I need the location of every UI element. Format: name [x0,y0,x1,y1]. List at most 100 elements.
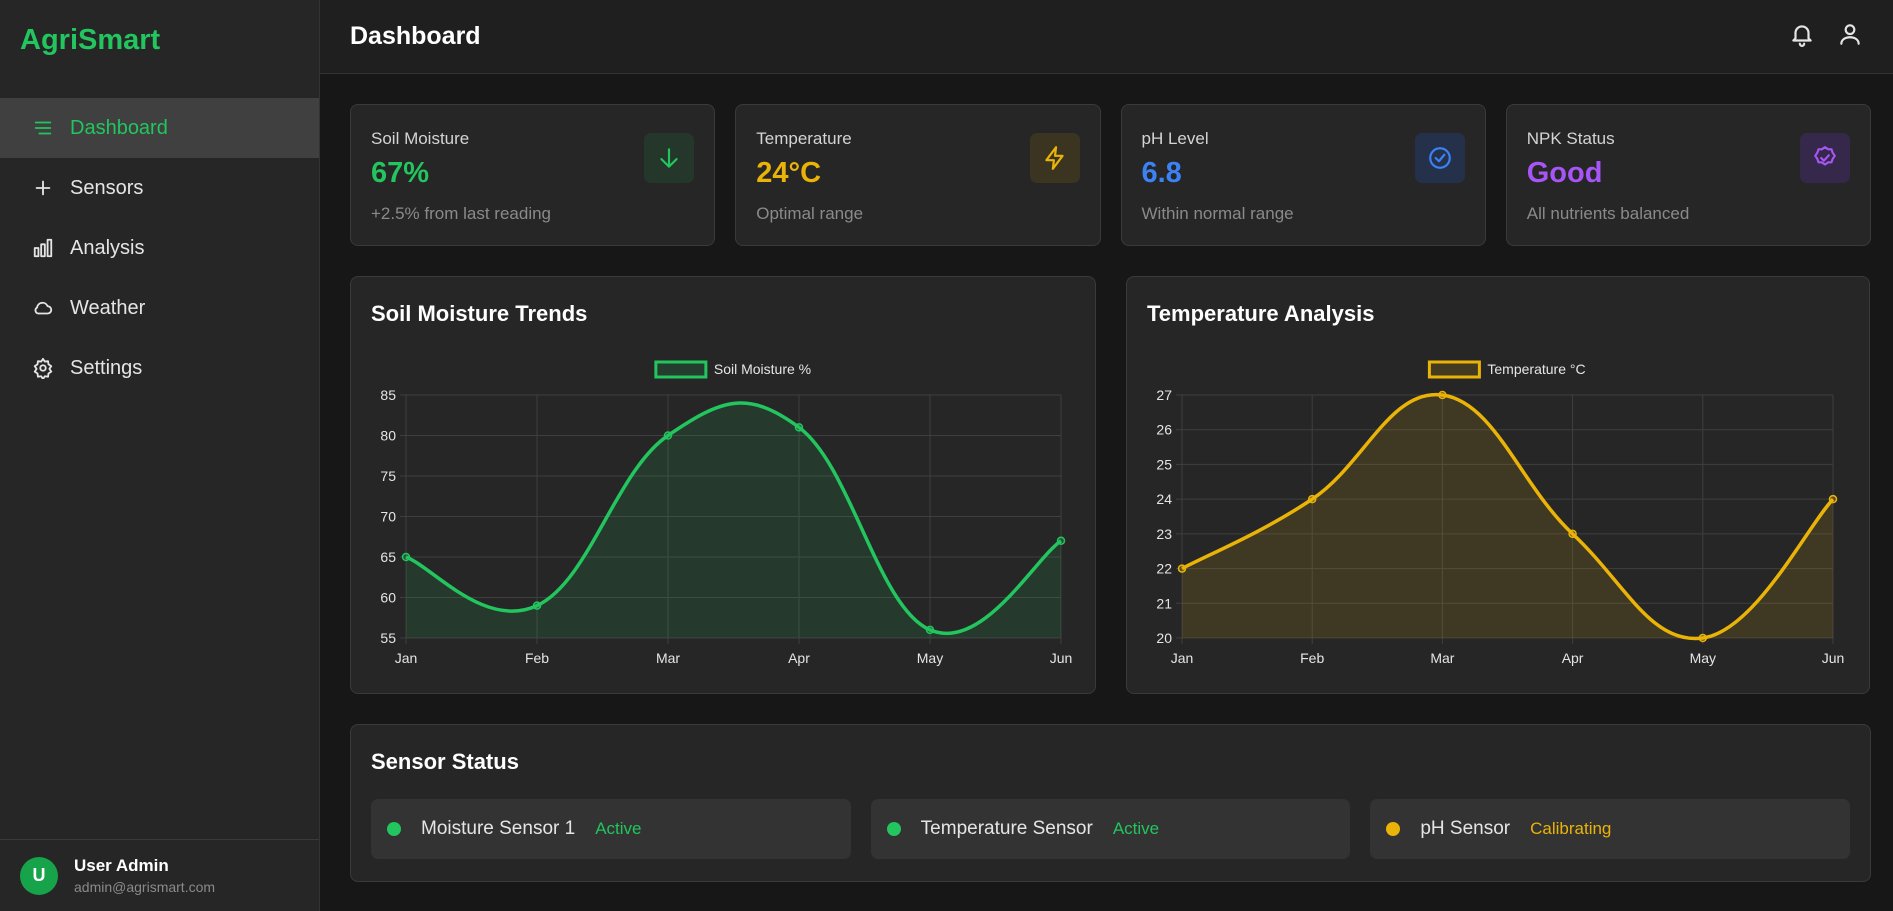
y-tick-label: 20 [1156,630,1172,646]
stats-row: Soil Moisture 67% +2.5% from last readin… [350,104,1871,246]
main-area: Dashboard Soil Moisture 67% +2.5% from l… [320,0,1893,911]
sidebar-item-settings[interactable]: Settings [0,338,319,398]
sidebar-item-sensors[interactable]: Sensors [0,158,319,218]
sidebar-item-label: Sensors [70,176,144,199]
chart-card-soil-moisture: Soil Moisture Trends Soil Moisture % 55 60… [350,276,1096,694]
charts-row: Soil Moisture Trends Soil Moisture % 55 60… [350,276,1871,694]
y-tick-label: 22 [1156,561,1172,577]
x-tick-label: Apr [1562,650,1584,666]
sensor-name: Temperature Sensor [920,818,1093,839]
sensor-status: Active [595,819,642,838]
sidebar-item-weather[interactable]: Weather [0,278,319,338]
user-email: admin@agrismart.com [74,879,216,895]
data-point [1056,536,1066,546]
brand-logo[interactable]: AgriSmart [0,0,319,80]
sensor-list: Moisture Sensor 1 Active Temperature Sen… [371,799,1851,859]
user-name: User Admin [74,856,169,875]
data-point [1177,564,1187,573]
sidebar-item-label: Settings [70,356,143,379]
y-tick-label: 80 [380,428,396,444]
x-tick-label: Feb [525,650,549,666]
lightning-icon [1029,133,1080,183]
content: Soil Moisture 67% +2.5% from last readin… [320,74,1893,882]
user-icon[interactable] [1837,21,1863,52]
user-profile[interactable]: U User Admin admin@agrismart.com [0,839,319,911]
page-title: Dashboard [350,22,481,50]
x-tick-label: Jan [1171,650,1194,666]
y-tick-label: 25 [1156,456,1172,472]
data-point [663,431,673,440]
data-point [532,601,542,610]
y-tick-label: 27 [1156,387,1172,403]
x-tick-label: May [1690,650,1716,666]
arrow-down-icon [644,133,695,183]
sensor-name: pH Sensor [1420,818,1511,839]
status-dot [886,822,901,836]
y-tick-label: 24 [1156,491,1172,507]
chart-card-temperature: Temperature Analysis Temperature °C 20 21 2… [1126,276,1870,694]
data-point [1568,529,1577,539]
stat-sub: All nutrients balanced [1526,204,1690,223]
sensor-item[interactable]: pH Sensor Calibrating [1370,799,1851,859]
x-tick-label: Jan [395,650,418,666]
stat-sub: Optimal range [756,204,864,223]
x-tick-label: May [917,650,943,666]
gear-icon [32,357,54,379]
stat-card-ph-level: pH Level 6.8 Within normal range [1120,104,1486,246]
sidebar-item-label: Weather [70,296,146,319]
sensor-name: Moisture Sensor 1 [421,818,576,839]
sensor-item[interactable]: Temperature Sensor Active [870,799,1351,859]
temperature-chart: Temperature °C 20 21 22 23 24 25 26 27 Jan Feb Mar A… [1156,360,1844,666]
data-point [1438,390,1447,400]
legend-label: Temperature °C [1487,361,1585,377]
legend-label: Soil Moisture % [714,361,811,377]
data-point [1828,494,1838,504]
sidebar: AgriSmart Dashboard Sensors Analysis Wea… [0,0,320,911]
check-circle-icon [1414,133,1465,183]
x-tick-label: Jun [1050,650,1073,666]
y-tick-label: 70 [380,509,396,525]
sidebar-item-label: Dashboard [70,116,168,139]
stat-sub: +2.5% from last reading [371,204,552,223]
sidebar-item-label: Analysis [70,236,145,259]
sensor-status: Active [1112,819,1160,838]
series-area [406,403,1061,638]
bell-icon[interactable] [1789,21,1815,52]
cloud-icon [32,297,54,319]
sensor-item[interactable]: Moisture Sensor 1 Active [371,799,851,859]
y-tick-label: 65 [380,549,396,565]
bar-chart-icon [32,237,54,259]
sensor-status-title: Sensor Status [371,749,519,774]
data-point [1698,633,1708,643]
data-point [401,552,411,562]
legend-swatch [1427,360,1481,379]
sidebar-nav: Dashboard Sensors Analysis Weather Setti… [0,98,319,398]
app: AgriSmart Dashboard Sensors Analysis Wea… [0,0,1893,911]
soil-moisture-chart: Soil Moisture % 55 60 65 70 75 80 85 Jan Feb Mar Ap… [380,360,1073,666]
x-tick-label: Mar [656,650,680,666]
data-point [794,423,804,432]
x-tick-label: Mar [1430,650,1454,666]
stat-card-soil-moisture: Soil Moisture 67% +2.5% from last readin… [350,104,716,246]
status-dot [387,822,401,836]
header: Dashboard [320,0,1893,74]
avatar: U [20,856,58,895]
sidebar-item-dashboard[interactable]: Dashboard [0,98,319,158]
y-tick-label: 60 [380,590,396,606]
sensor-status: Calibrating [1530,819,1612,838]
stat-card-npk-status: NPK Status Good All nutrients balanced [1505,104,1871,246]
y-tick-label: 26 [1156,422,1172,438]
user-info: User Admin admin@agrismart.com [74,856,215,895]
x-tick-label: Feb [1300,650,1324,666]
y-tick-label: 75 [380,468,396,484]
menu-icon [32,117,54,139]
series-area [1182,394,1833,639]
y-tick-label: 23 [1156,526,1172,542]
sidebar-item-analysis[interactable]: Analysis [0,218,319,278]
y-tick-label: 85 [380,387,396,403]
data-point [925,625,935,635]
y-tick-label: 21 [1156,595,1172,611]
legend-swatch [654,360,708,379]
badge-check-icon [1800,133,1850,183]
y-tick-label: 55 [380,630,396,646]
